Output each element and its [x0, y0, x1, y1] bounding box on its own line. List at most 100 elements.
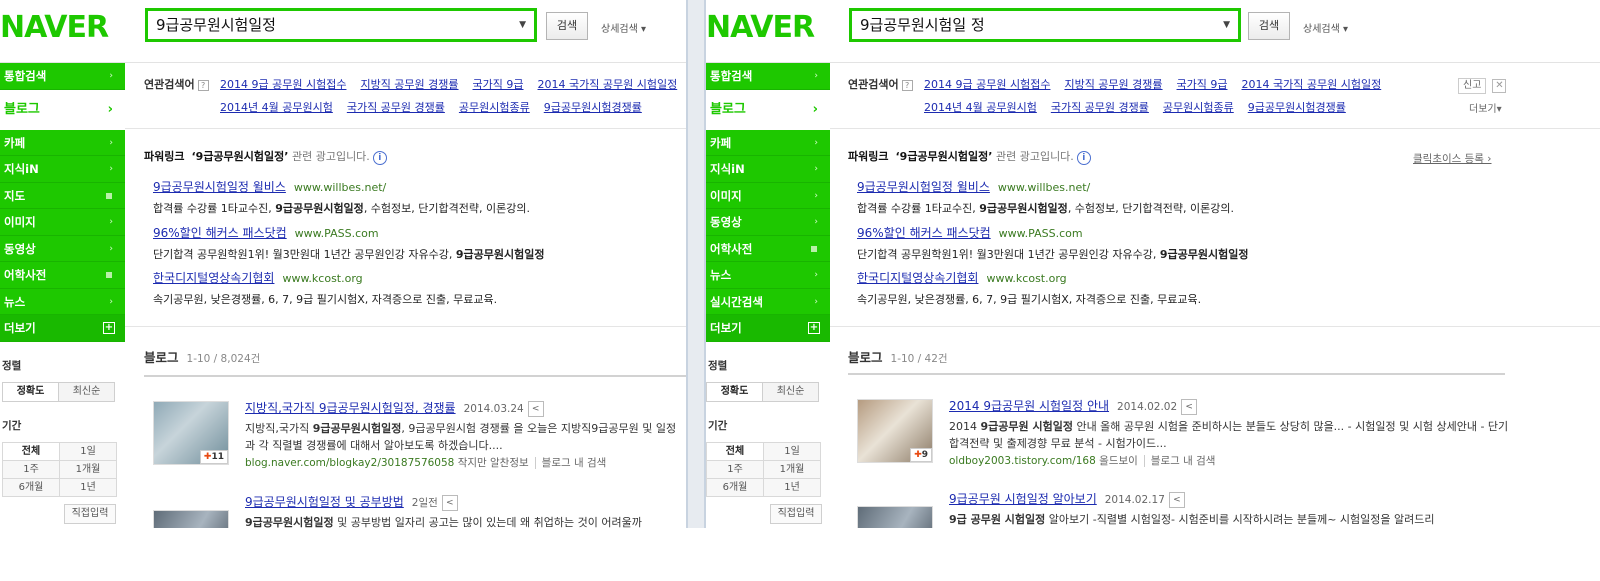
- share-icon[interactable]: <: [527, 401, 544, 417]
- result-url[interactable]: blog.naver.com/blogkay2/30187576058: [245, 457, 454, 469]
- nav-item-kin[interactable]: 지식iN ›: [0, 156, 125, 183]
- help-icon[interactable]: ?: [901, 80, 913, 91]
- nav-item-integrated[interactable]: 통합검색 ›: [706, 63, 830, 90]
- result-title[interactable]: 9급공무원 시험일정 알아보기: [949, 492, 1097, 506]
- search-input[interactable]: 9급공무원시험일정 ▼: [145, 8, 537, 42]
- info-icon[interactable]: i: [372, 151, 387, 165]
- related-link[interactable]: 국가직 9급: [473, 78, 524, 91]
- period-6month[interactable]: 6개월: [2, 478, 60, 497]
- nav-item-kin[interactable]: 지식iN ›: [706, 156, 830, 183]
- nav-item-news[interactable]: 뉴스 ›: [706, 262, 830, 289]
- related-link[interactable]: 지방직 공무원 경쟁률: [1064, 78, 1162, 91]
- period-all[interactable]: 전체: [2, 442, 60, 461]
- period-1month[interactable]: 1개월: [763, 460, 821, 479]
- nav-item-video[interactable]: 동영상 ›: [706, 209, 830, 236]
- related-link[interactable]: 2014 국가직 공무원 시험일정: [1242, 78, 1382, 91]
- period-1month[interactable]: 1개월: [59, 460, 117, 479]
- nav-item-news[interactable]: 뉴스 ›: [0, 288, 125, 315]
- search-button[interactable]: 검색: [546, 12, 588, 40]
- result-thumbnail[interactable]: [153, 510, 229, 528]
- period-1week[interactable]: 1주: [2, 460, 60, 479]
- clickchoice-register-link[interactable]: 클릭초이스 등록 ›: [1413, 151, 1492, 166]
- detail-search-link[interactable]: 상세검색 ▾: [601, 20, 646, 35]
- nav-item-video[interactable]: 동영상 ›: [0, 235, 125, 262]
- report-button[interactable]: 신고: [1458, 78, 1487, 94]
- dropdown-arrow-icon[interactable]: ▼: [519, 11, 526, 39]
- ad-url[interactable]: www.willbes.net/: [998, 181, 1090, 194]
- period-1year[interactable]: 1년: [59, 478, 117, 497]
- ad-title[interactable]: 한국디지털영상속기협회: [857, 271, 978, 285]
- ad-title[interactable]: 한국디지털영상속기협회: [153, 271, 274, 285]
- related-link[interactable]: 9급공무원시험경쟁률: [1248, 101, 1346, 114]
- ad-title[interactable]: 96%할인 해커스 패스닷컴: [857, 226, 991, 240]
- nav-item-image[interactable]: 이미지 ›: [706, 182, 830, 209]
- naver-logo[interactable]: NAVER: [0, 10, 109, 45]
- period-1day[interactable]: 1일: [763, 442, 821, 461]
- more-related-link[interactable]: 더보기▾: [1469, 100, 1502, 115]
- result-writer[interactable]: 올드보이: [1099, 455, 1138, 467]
- result-title[interactable]: 2014 9급공무원 시험일정 안내: [949, 399, 1109, 413]
- nav-item-image[interactable]: 이미지 ›: [0, 209, 125, 236]
- nav-item-blog[interactable]: 블로그 ›: [706, 89, 830, 130]
- ad-title[interactable]: 9급공무원시험일정 윌비스: [153, 180, 286, 194]
- result-thumbnail[interactable]: ✚9: [857, 399, 933, 463]
- period-all[interactable]: 전체: [706, 442, 764, 461]
- related-link[interactable]: 2014년 4월 공무원시험: [924, 101, 1037, 114]
- ad-url[interactable]: www.willbes.net/: [294, 181, 386, 194]
- help-icon[interactable]: ?: [197, 80, 209, 91]
- share-icon[interactable]: <: [441, 495, 458, 511]
- ad-title[interactable]: 9급공무원시험일정 윌비스: [857, 180, 990, 194]
- naver-logo[interactable]: NAVER: [706, 10, 815, 45]
- related-link[interactable]: 2014 9급 공무원 시험접수: [220, 78, 346, 91]
- ad-title[interactable]: 96%할인 해커스 패스닷컴: [153, 226, 287, 240]
- blog-search-link[interactable]: 블로그 내 검색: [534, 457, 607, 469]
- related-link[interactable]: 2014년 4월 공무원시험: [220, 101, 333, 114]
- nav-item-dictionary[interactable]: 어학사전: [0, 262, 125, 289]
- nav-item-realtime[interactable]: 실시간검색 ›: [706, 288, 830, 315]
- nav-item-map[interactable]: 지도: [0, 182, 125, 209]
- nav-item-more[interactable]: 더보기 +: [0, 315, 125, 342]
- result-title[interactable]: 지방직,국가직 9급공무원시험일정, 경쟁률: [245, 401, 456, 415]
- nav-item-more[interactable]: 더보기 +: [706, 315, 830, 342]
- nav-item-cafe[interactable]: 카페 ›: [706, 129, 830, 156]
- blog-search-link[interactable]: 블로그 내 검색: [1143, 455, 1216, 467]
- period-6month[interactable]: 6개월: [706, 478, 764, 497]
- share-icon[interactable]: <: [1168, 492, 1185, 508]
- search-input[interactable]: 9급공무원시험일 정 ▼: [849, 8, 1241, 42]
- ad-url[interactable]: www.PASS.com: [295, 227, 379, 240]
- related-link[interactable]: 국가직 9급: [1177, 78, 1228, 91]
- related-link[interactable]: 국가직 공무원 경쟁률: [1051, 101, 1149, 114]
- nav-item-blog[interactable]: 블로그 ›: [0, 89, 125, 130]
- period-1year[interactable]: 1년: [763, 478, 821, 497]
- period-1week[interactable]: 1주: [706, 460, 764, 479]
- ad-url[interactable]: www.PASS.com: [999, 227, 1083, 240]
- nav-item-integrated[interactable]: 통합검색 ›: [0, 63, 125, 90]
- sort-accuracy[interactable]: 정확도: [2, 382, 59, 402]
- close-icon[interactable]: ✕: [1492, 79, 1507, 93]
- related-link[interactable]: 9급공무원시험경쟁률: [544, 101, 642, 114]
- dropdown-arrow-icon[interactable]: ▼: [1223, 11, 1230, 39]
- sort-latest[interactable]: 최신순: [58, 382, 115, 402]
- detail-search-link[interactable]: 상세검색 ▾: [1303, 20, 1348, 35]
- sort-accuracy[interactable]: 정확도: [706, 382, 763, 402]
- related-link[interactable]: 2014 9급 공무원 시험접수: [924, 78, 1050, 91]
- direct-input-button[interactable]: 직접입력: [770, 504, 822, 524]
- result-writer[interactable]: 작지만 알찬정보: [458, 457, 529, 469]
- ad-url[interactable]: www.kcost.org: [282, 272, 362, 285]
- related-link[interactable]: 공무원시험종류: [1163, 101, 1234, 114]
- result-thumbnail[interactable]: [857, 506, 933, 528]
- period-1day[interactable]: 1일: [59, 442, 117, 461]
- nav-item-dictionary[interactable]: 어학사전: [706, 235, 830, 262]
- result-url[interactable]: oldboy2003.tistory.com/168: [949, 455, 1096, 467]
- ad-url[interactable]: www.kcost.org: [986, 272, 1066, 285]
- search-button[interactable]: 검색: [1248, 12, 1290, 40]
- related-link[interactable]: 국가직 공무원 경쟁률: [347, 101, 445, 114]
- direct-input-button[interactable]: 직접입력: [64, 504, 116, 524]
- result-thumbnail[interactable]: ✚11: [153, 401, 229, 465]
- related-link[interactable]: 지방직 공무원 경쟁률: [360, 78, 458, 91]
- sort-latest[interactable]: 최신순: [762, 382, 819, 402]
- result-title[interactable]: 9급공무원시험일정 및 공부방법: [245, 495, 404, 509]
- info-icon[interactable]: i: [1076, 151, 1091, 165]
- related-link[interactable]: 공무원시험종류: [459, 101, 530, 114]
- related-link[interactable]: 2014 국가직 공무원 시험일정: [538, 78, 678, 91]
